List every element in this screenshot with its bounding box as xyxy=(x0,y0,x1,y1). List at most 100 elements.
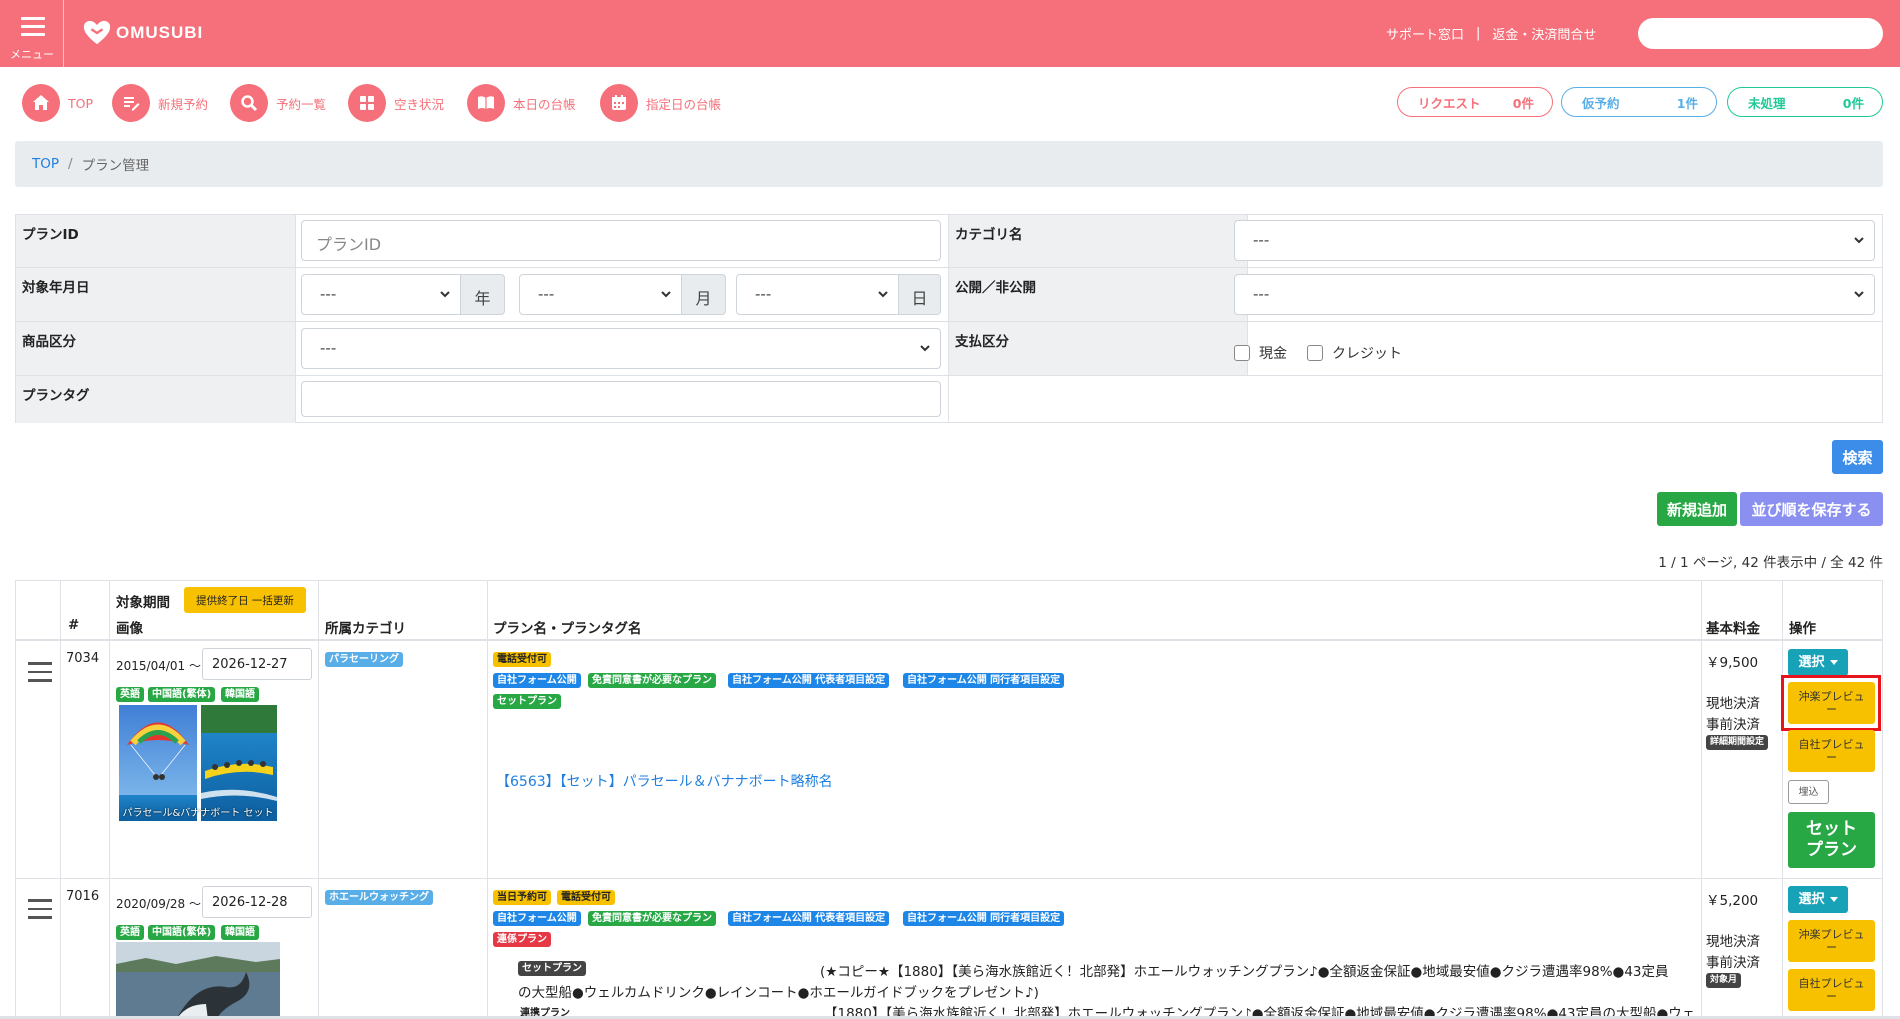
plan-tag: 自社フォーム公開 同行者項目設定 xyxy=(903,911,1065,926)
provisional-pill-label: 仮予約 xyxy=(1582,95,1620,111)
table-header: # 対象期間 提供終了日 一括更新 画像 所属カテゴリ プラン名・プランタグ名 … xyxy=(16,581,1882,641)
unprocessed-count-pill[interactable]: 未処理 0件 xyxy=(1727,87,1883,117)
set-plan-description: (★コピー★【1880】【美ら海水族館近く！北部発】ホエールウォッチングプラン♪… xyxy=(820,964,1669,980)
home-icon xyxy=(22,84,60,122)
payment-checkboxes: 現金 クレジット xyxy=(1234,322,1874,375)
row-id: 7034 xyxy=(66,651,100,666)
product-type-select[interactable]: --- xyxy=(301,328,941,369)
plan-tag: 免責同意書が必要なプラン xyxy=(588,911,716,926)
save-order-button[interactable]: 並び順を保存する xyxy=(1740,492,1883,526)
breadcrumb-top-link[interactable]: TOP xyxy=(32,156,59,172)
plan-tag: 自社フォーム公開 代表者項目設定 xyxy=(728,673,890,688)
own-site-preview-button[interactable]: 自社プレビュー xyxy=(1788,969,1875,1011)
select-dropdown-button[interactable]: 選択 xyxy=(1788,886,1848,913)
period-end-input[interactable]: 2026-12-27 xyxy=(202,648,312,680)
caret-down-icon xyxy=(1829,896,1838,902)
chevron-down-icon xyxy=(440,291,450,298)
nav-new-reservation[interactable]: 新規予約 xyxy=(112,84,208,122)
col-divider xyxy=(318,581,319,1019)
category-label: カテゴリ名 xyxy=(948,215,1248,267)
category-select[interactable]: --- xyxy=(1234,220,1875,261)
payment-prepaid: 事前決済 xyxy=(1706,955,1760,971)
header-num: # xyxy=(68,617,80,633)
drag-handle-icon[interactable] xyxy=(28,899,52,925)
nav-new-reservation-label: 新規予約 xyxy=(158,96,209,112)
header-image: 画像 xyxy=(116,621,143,637)
menu-button[interactable]: メニュー xyxy=(0,0,64,67)
nav-availability-label: 空き状況 xyxy=(394,96,445,112)
logo-text: OMUSUBI xyxy=(116,23,204,42)
plan-tag: 自社フォーム公開 同行者項目設定 xyxy=(903,673,1065,688)
col-divider xyxy=(1782,581,1783,1019)
plan-tag: 電話受付可 xyxy=(557,890,615,905)
lang-tag: 中国語(繁体) xyxy=(148,925,216,940)
plan-tag: セットプラン xyxy=(493,694,561,709)
plan-tag: 電話受付可 xyxy=(493,652,551,667)
nav-availability[interactable]: 空き状況 xyxy=(348,84,444,122)
provisional-count-pill[interactable]: 仮予約 1件 xyxy=(1561,87,1717,117)
add-new-button[interactable]: 新規追加 xyxy=(1657,492,1737,526)
payment-prepaid: 事前決済 xyxy=(1706,717,1760,733)
public-select-value: --- xyxy=(1253,285,1270,303)
lang-tag: 韓国語 xyxy=(221,925,259,940)
drag-handle-icon[interactable] xyxy=(28,662,52,688)
plan-tag-input[interactable] xyxy=(301,381,941,417)
whale-watching-image xyxy=(116,942,280,1019)
calendar-icon xyxy=(600,84,638,122)
chevron-down-icon xyxy=(1854,291,1864,298)
header-separator: | xyxy=(1476,26,1481,41)
set-plan-button[interactable]: セットプラン xyxy=(1788,812,1875,868)
nav-reservation-list[interactable]: 予約一覧 xyxy=(230,84,326,122)
support-link[interactable]: サポート窓口 xyxy=(1386,24,1464,43)
filter-row-4: プランタグ xyxy=(16,376,1882,423)
image-caption: パラセール&バナナボート セット xyxy=(122,808,274,819)
select-dropdown-button[interactable]: 選択 xyxy=(1788,649,1848,676)
plan-name-link[interactable]: 【6563】【セット】パラセール＆バナナボート略称名 xyxy=(496,771,833,791)
day-select[interactable]: --- xyxy=(736,274,899,315)
filter-row-3: 商品区分 --- 支払区分 現金 クレジット xyxy=(16,322,1882,376)
heart-logo-icon xyxy=(83,20,111,45)
hamburger-icon xyxy=(21,17,45,41)
header-price: 基本料金 xyxy=(1706,621,1760,637)
category-tag: パラセーリング xyxy=(325,652,403,667)
plan-id-input[interactable]: プランID xyxy=(301,220,941,261)
book-icon xyxy=(467,84,505,122)
unprocessed-pill-count: 0件 xyxy=(1842,95,1864,111)
refund-inquiry-link[interactable]: 返金・決済問合せ xyxy=(1492,24,1596,43)
month-suffix: 月 xyxy=(681,274,726,315)
checkbox-icon xyxy=(1307,345,1323,361)
okiraku-preview-button[interactable]: 沖楽プレビュー xyxy=(1788,920,1875,962)
nav-date-ledger[interactable]: 指定日の台帳 xyxy=(600,84,721,122)
product-type-label: 商品区分 xyxy=(16,322,296,375)
payment-credit-checkbox[interactable]: クレジット xyxy=(1307,331,1402,375)
nav-top[interactable]: TOP xyxy=(22,84,93,122)
bulk-update-end-date-button[interactable]: 提供終了日 一括更新 xyxy=(184,587,306,613)
select-button-label: 選択 xyxy=(1798,655,1825,670)
breadcrumb: TOP / プラン管理 xyxy=(15,141,1883,187)
filter-row-1: プランID プランID カテゴリ名 --- xyxy=(16,215,1882,268)
search-button[interactable]: 検索 xyxy=(1832,440,1883,474)
payment-cash-checkbox[interactable]: 現金 xyxy=(1234,331,1287,375)
header-period: 対象期間 xyxy=(116,595,170,611)
search-icon xyxy=(230,84,268,122)
result-count: 1 / 1 ページ, 42 件表示中 / 全 42 件 xyxy=(1658,555,1883,571)
year-select[interactable]: --- xyxy=(301,274,461,315)
logo[interactable]: OMUSUBI xyxy=(82,18,203,48)
year-suffix: 年 xyxy=(460,274,505,315)
chevron-down-icon xyxy=(878,291,888,298)
lang-tag: 英語 xyxy=(116,925,144,940)
month-select[interactable]: --- xyxy=(519,274,682,315)
own-site-preview-button[interactable]: 自社プレビュー xyxy=(1788,730,1875,772)
plan-image[interactable] xyxy=(116,942,280,1019)
col-divider xyxy=(60,581,61,1019)
public-select[interactable]: --- xyxy=(1234,274,1875,315)
period-end-input[interactable]: 2026-12-28 xyxy=(202,886,312,918)
category-select-value: --- xyxy=(1253,231,1270,249)
plan-image[interactable]: パラセール&バナナボート セット xyxy=(119,705,277,821)
plan-tag-label: プランタグ xyxy=(16,376,296,423)
payment-credit-label: クレジット xyxy=(1332,346,1402,362)
header-search-input[interactable] xyxy=(1638,18,1883,49)
embed-button[interactable]: 埋込 xyxy=(1788,780,1829,804)
request-count-pill[interactable]: リクエスト 0件 xyxy=(1397,87,1553,117)
nav-today-ledger[interactable]: 本日の台帳 xyxy=(467,84,576,122)
